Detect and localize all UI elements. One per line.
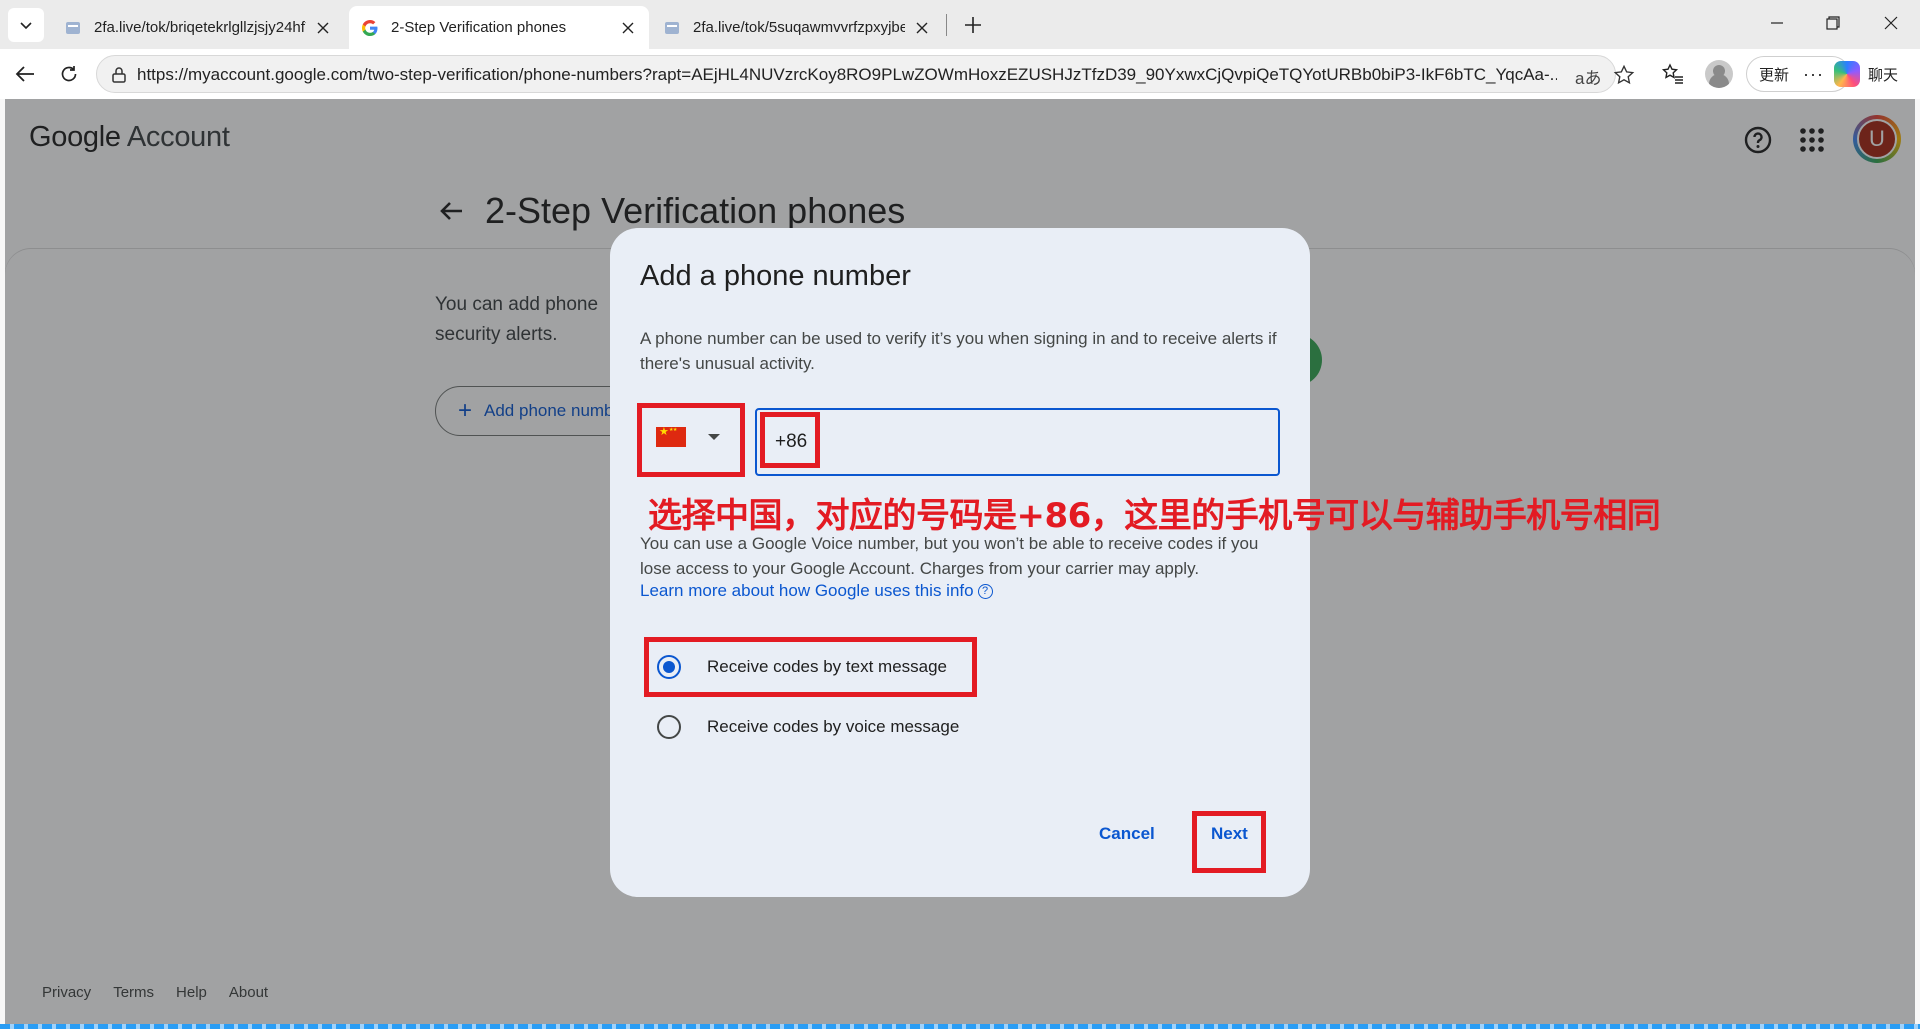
favorites-button[interactable] bbox=[1658, 59, 1688, 89]
dialog-subtitle: A phone number can be used to verify it’… bbox=[640, 329, 1277, 373]
restore-icon bbox=[1826, 16, 1840, 30]
minimize-button[interactable] bbox=[1762, 8, 1792, 38]
tab-title: 2-Step Verification phones bbox=[391, 19, 567, 36]
address-bar[interactable]: https://myaccount.google.com/two-step-ve… bbox=[96, 55, 1635, 93]
page-favicon-icon bbox=[665, 21, 679, 34]
chevron-down-icon bbox=[20, 22, 32, 30]
close-window-button[interactable] bbox=[1876, 8, 1906, 38]
highlight-text-message-option bbox=[644, 637, 977, 697]
tab-2fa-first[interactable]: 2fa.live/tok/briqetekrlgllzjsjy24hf7l bbox=[52, 6, 344, 49]
copilot-icon bbox=[1834, 61, 1860, 87]
dialog-title: Add a phone number bbox=[640, 260, 911, 292]
page-favicon-icon bbox=[66, 21, 80, 34]
radio-voice-message[interactable]: Receive codes by voice message bbox=[657, 712, 959, 742]
info-icon: ? bbox=[977, 583, 993, 599]
chat-label: 聊天 bbox=[1868, 66, 1899, 84]
site-info-icon[interactable] bbox=[109, 65, 129, 85]
google-g-icon bbox=[362, 19, 378, 36]
highlight-phone-prefix bbox=[760, 412, 820, 468]
cancel-button[interactable]: Cancel bbox=[1099, 824, 1155, 844]
refresh-icon bbox=[61, 66, 77, 82]
add-phone-dialog: Add a phone number A phone number can be… bbox=[610, 228, 1310, 897]
new-tab-button[interactable] bbox=[958, 10, 988, 40]
tab-divider bbox=[946, 14, 947, 36]
tab-actions-menu-button[interactable] bbox=[8, 8, 44, 42]
arrow-left-icon bbox=[15, 66, 34, 82]
close-icon[interactable] bbox=[619, 19, 637, 37]
highlight-country-selector bbox=[637, 403, 745, 477]
annotation-caption: 选择中国，对应的号码是+86，这里的手机号可以与辅助手机号相同 bbox=[648, 496, 1661, 536]
favorite-star-icon[interactable] bbox=[1613, 64, 1635, 86]
tab-title: 2fa.live/tok/5suqawmvvrfzpxyjbeyr bbox=[693, 19, 905, 36]
learn-more-text: Learn more about how Google uses this in… bbox=[640, 581, 974, 600]
phone-number-input[interactable] bbox=[755, 408, 1280, 476]
minimize-icon bbox=[1771, 22, 1783, 24]
back-button[interactable] bbox=[10, 59, 40, 89]
radio-label: Receive codes by voice message bbox=[707, 717, 960, 736]
tab-2fa-second[interactable]: 2fa.live/tok/5suqawmvvrfzpxyjbeyr bbox=[651, 6, 943, 49]
profile-avatar-icon[interactable] bbox=[1705, 60, 1733, 88]
restore-button[interactable] bbox=[1818, 8, 1848, 38]
update-label: 更新 bbox=[1759, 66, 1790, 84]
favorites-list-icon bbox=[1661, 63, 1683, 84]
navigation-bar: https://myaccount.google.com/two-step-ve… bbox=[0, 49, 1920, 99]
close-icon[interactable] bbox=[913, 19, 931, 37]
more-icon: ··· bbox=[1803, 63, 1824, 84]
tab-bar: 2fa.live/tok/briqetekrlgllzjsjy24hf7l 2-… bbox=[0, 0, 1920, 49]
window-bottom-edge bbox=[0, 1024, 1920, 1029]
google-voice-note: You can use a Google Voice number, but y… bbox=[640, 534, 1259, 578]
plus-icon bbox=[965, 17, 981, 33]
close-icon bbox=[1884, 16, 1898, 30]
tab-2sv-phones[interactable]: 2-Step Verification phones bbox=[349, 6, 649, 49]
close-icon[interactable] bbox=[314, 19, 332, 37]
highlight-next-button bbox=[1192, 811, 1266, 873]
radio-unselected-icon[interactable] bbox=[657, 715, 681, 739]
translate-icon[interactable]: aあ bbox=[1575, 64, 1601, 89]
refresh-button[interactable] bbox=[54, 59, 84, 89]
tab-title: 2fa.live/tok/briqetekrlgllzjsjy24hf7l bbox=[94, 19, 306, 36]
url-text[interactable]: https://myaccount.google.com/two-step-ve… bbox=[137, 65, 1557, 85]
learn-more-link[interactable]: Learn more about how Google uses this in… bbox=[640, 581, 993, 601]
copilot-chat-button[interactable]: 聊天 bbox=[1834, 56, 1914, 92]
